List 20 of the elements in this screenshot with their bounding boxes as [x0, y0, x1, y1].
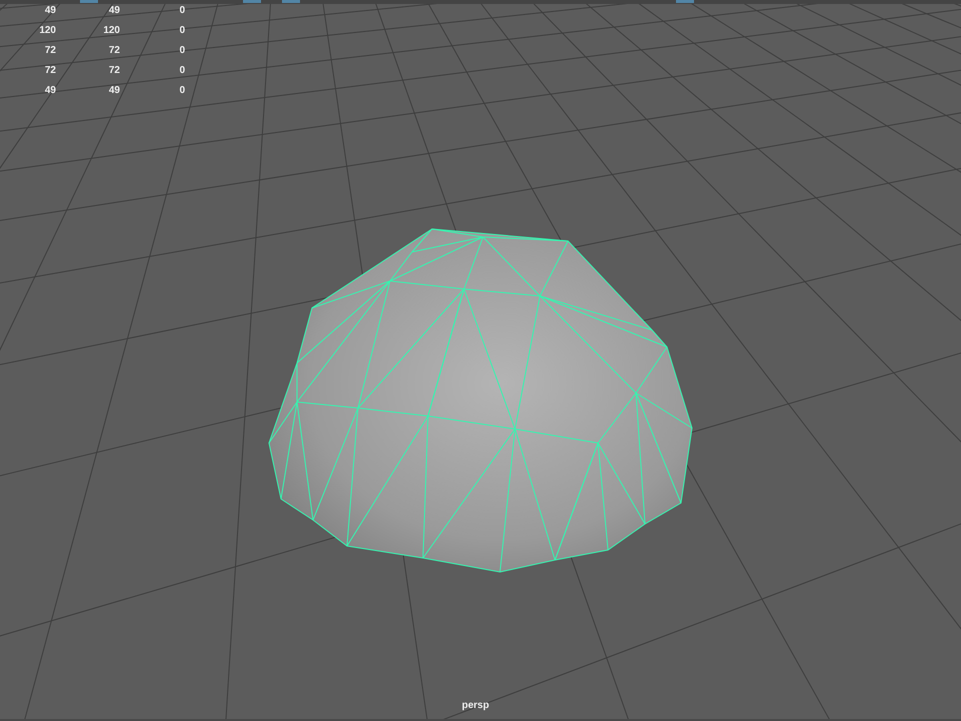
toolbar-button[interactable] [243, 0, 261, 3]
toolbar-button[interactable] [282, 0, 300, 3]
stat-value: 49 [108, 4, 120, 18]
stat-value: 49 [108, 84, 120, 98]
toolbar-button[interactable] [676, 0, 694, 3]
stat-value: 72 [108, 44, 120, 58]
stat-value: 120 [38, 24, 56, 38]
camera-label: persp [462, 700, 490, 711]
stat-value: 72 [44, 64, 56, 78]
stat-value: 49 [44, 84, 56, 98]
stat-value: 0 [178, 4, 185, 18]
stat-value: 72 [44, 44, 56, 58]
stat-value: 0 [178, 24, 185, 38]
stat-value: 72 [108, 64, 120, 78]
stat-value: 49 [44, 4, 56, 18]
stat-value: 120 [102, 24, 120, 38]
stat-value: 0 [178, 84, 185, 98]
toolbar-button[interactable] [80, 0, 98, 3]
stat-value: 0 [178, 44, 185, 58]
stat-value: 0 [178, 64, 185, 78]
